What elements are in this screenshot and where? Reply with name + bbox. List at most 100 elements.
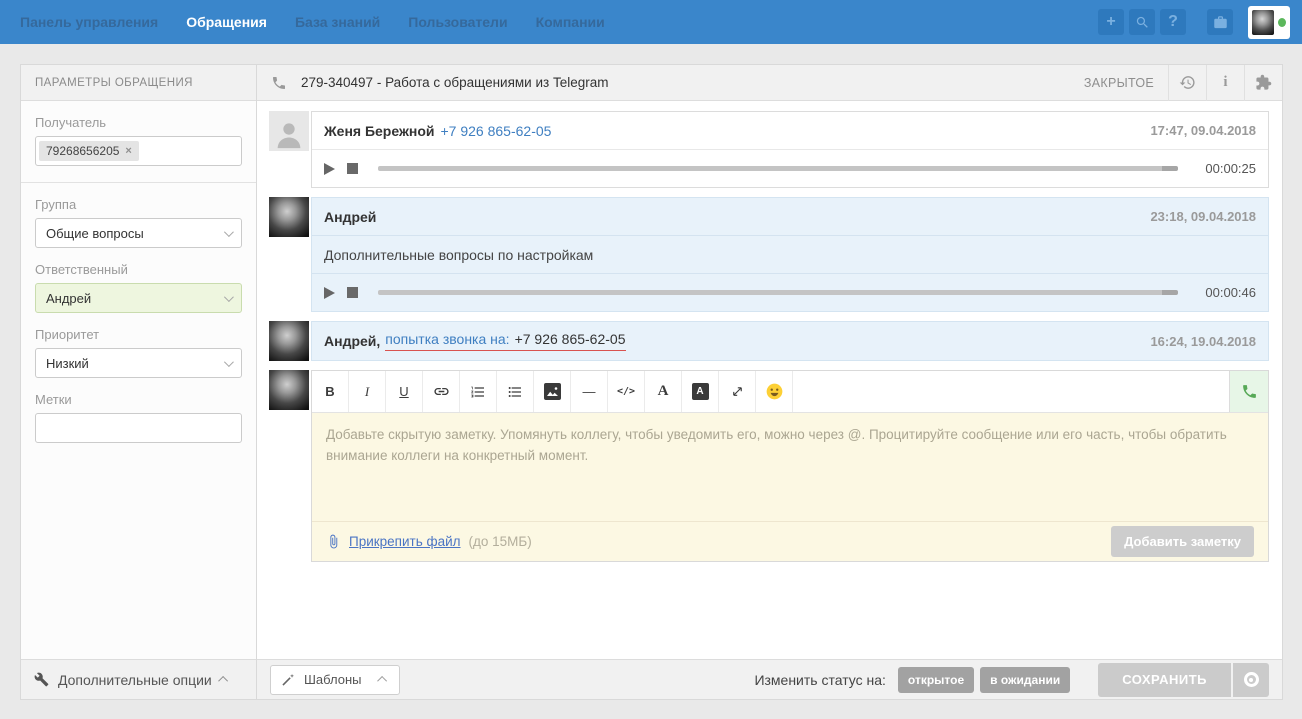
play-button[interactable] (324, 287, 335, 299)
link-button[interactable] (423, 371, 460, 412)
font-color-button[interactable]: A (645, 371, 682, 412)
phone-icon (271, 75, 287, 91)
nav-tab-tickets[interactable]: Обращения (172, 0, 281, 44)
puzzle-icon (1255, 74, 1272, 91)
bold-button[interactable]: B (312, 371, 349, 412)
call-button[interactable] (1229, 371, 1268, 412)
note-editor: B I U — </> (269, 370, 1269, 562)
message-header: Андрей, попытка звонка на: +7 926 865-62… (312, 322, 1268, 360)
group-select[interactable]: Общие вопросы (35, 218, 242, 248)
call-attempt-link[interactable]: попытка звонка на: (385, 331, 509, 347)
chevron-down-icon (224, 227, 234, 237)
search-button[interactable] (1129, 9, 1155, 35)
online-status-dot (1278, 18, 1286, 27)
history-button[interactable] (1168, 65, 1206, 101)
call-attempt-phone: +7 926 865-62-05 (515, 331, 626, 347)
user-menu[interactable] (1248, 6, 1290, 39)
sidebar-footer: Дополнительные опции (21, 659, 256, 699)
chevron-down-icon (224, 292, 234, 302)
message-header: Женя Бережной +7 926 865-62-05 17:47, 09… (312, 112, 1268, 150)
phone-number-link[interactable]: +7 926 865-62-05 (441, 123, 552, 139)
save-options-button[interactable] (1233, 663, 1269, 697)
top-navbar: Панель управления Обращения База знаний … (0, 0, 1302, 44)
editor-toolbar: B I U — </> (312, 371, 1268, 413)
nav-tab-knowledge-base[interactable]: База знаний (281, 0, 394, 44)
link-icon (433, 383, 450, 400)
status-pending-button[interactable]: в ожидании (980, 667, 1070, 693)
add-note-button[interactable]: Добавить заметку (1111, 526, 1254, 557)
underline-button[interactable]: U (386, 371, 423, 412)
bullet-list-button[interactable] (497, 371, 534, 412)
chevron-down-icon (224, 357, 234, 367)
plus-icon: + (1106, 13, 1115, 31)
user-avatar (1252, 10, 1274, 35)
call-attempt: попытка звонка на: +7 926 865-62-05 (385, 331, 625, 351)
audio-progress-bar[interactable] (378, 290, 1178, 295)
ticket-params-panel: ПАРАМЕТРЫ ОБРАЩЕНИЯ Получатель 792686562… (20, 64, 256, 700)
smiley-icon (766, 383, 783, 400)
message-author: Женя Бережной (324, 123, 435, 139)
search-icon (1135, 15, 1150, 30)
wand-icon (281, 673, 295, 687)
tags-input[interactable] (35, 413, 242, 443)
priority-select[interactable]: Низкий (35, 348, 242, 378)
code-button[interactable]: </> (608, 371, 645, 412)
create-button[interactable]: + (1098, 9, 1124, 35)
expand-editor-button[interactable] (719, 371, 756, 412)
ticket-header: 279-340497 - Работа с обращениями из Tel… (257, 65, 1282, 101)
assignee-label: Ответственный (35, 262, 242, 277)
recipient-chip-value: 79268656205 (46, 144, 119, 158)
remove-recipient-icon[interactable]: × (125, 145, 131, 157)
message-body: Андрей, попытка звонка на: +7 926 865-62… (311, 321, 1269, 361)
briefcase-icon (1213, 15, 1228, 30)
group-value: Общие вопросы (46, 226, 144, 241)
message-body: Андрей 23:18, 09.04.2018 Дополнительные … (311, 197, 1269, 312)
message-card: Андрей 23:18, 09.04.2018 Дополнительные … (269, 197, 1269, 312)
message-header: Андрей 23:18, 09.04.2018 (312, 198, 1268, 236)
ticket-panel: 279-340497 - Работа с обращениями из Tel… (256, 64, 1283, 700)
stop-button[interactable] (347, 163, 358, 174)
attach-file-link[interactable]: Прикрепить файл (349, 534, 461, 549)
recipient-label: Получатель (35, 115, 242, 130)
attach-size-limit: (до 15МБ) (469, 534, 532, 549)
italic-button[interactable]: I (349, 371, 386, 412)
message-timestamp: 16:24, 19.04.2018 (1150, 334, 1256, 349)
ordered-list-icon (470, 384, 486, 400)
audio-player: 00:00:25 (312, 150, 1268, 187)
ordered-list-button[interactable] (460, 371, 497, 412)
merge-button[interactable] (1244, 65, 1282, 101)
message-timestamp: 23:18, 09.04.2018 (1150, 209, 1256, 224)
nav-tab-dashboard[interactable]: Панель управления (6, 0, 172, 44)
client-avatar (269, 111, 309, 151)
assignee-select[interactable]: Андрей (35, 283, 242, 313)
workspace-button[interactable] (1207, 9, 1233, 35)
conversation-area: Женя Бережной +7 926 865-62-05 17:47, 09… (257, 101, 1282, 659)
group-label: Группа (35, 197, 242, 212)
horizontal-rule-button[interactable]: — (571, 371, 608, 412)
tags-label: Метки (35, 392, 242, 407)
ticket-status-label: ЗАКРЫТОЕ (1084, 76, 1168, 90)
priority-label: Приоритет (35, 327, 242, 342)
more-options-toggle[interactable]: Дополнительные опции (34, 672, 228, 688)
templates-button[interactable]: Шаблоны (270, 665, 400, 695)
ticket-title: 279-340497 - Работа с обращениями из Tel… (301, 75, 608, 90)
play-button[interactable] (324, 163, 335, 175)
status-open-button[interactable]: открытое (898, 667, 974, 693)
message-card: Андрей, попытка звонка на: +7 926 865-62… (269, 321, 1269, 361)
nav-tab-companies[interactable]: Компании (522, 0, 619, 44)
change-status-label: Изменить статус на: (754, 672, 885, 688)
emoji-button[interactable] (756, 371, 793, 412)
audio-progress-bar[interactable] (378, 166, 1178, 171)
attachment-row: Прикрепить файл (до 15МБ) Добавить замет… (312, 521, 1268, 561)
stop-button[interactable] (347, 287, 358, 298)
insert-image-button[interactable] (534, 371, 571, 412)
chevron-up-icon (218, 676, 228, 686)
info-button[interactable]: i (1206, 65, 1244, 101)
background-color-button[interactable]: A (682, 371, 719, 412)
save-button[interactable]: СОХРАНИТЬ (1098, 663, 1231, 697)
note-input[interactable]: Добавьте скрытую заметку. Упомянуть колл… (312, 413, 1268, 521)
nav-tab-users[interactable]: Пользователи (394, 0, 521, 44)
recipient-input[interactable]: 79268656205 × (35, 136, 242, 166)
help-button[interactable]: ? (1160, 9, 1186, 35)
audio-player: 00:00:46 (312, 274, 1268, 311)
